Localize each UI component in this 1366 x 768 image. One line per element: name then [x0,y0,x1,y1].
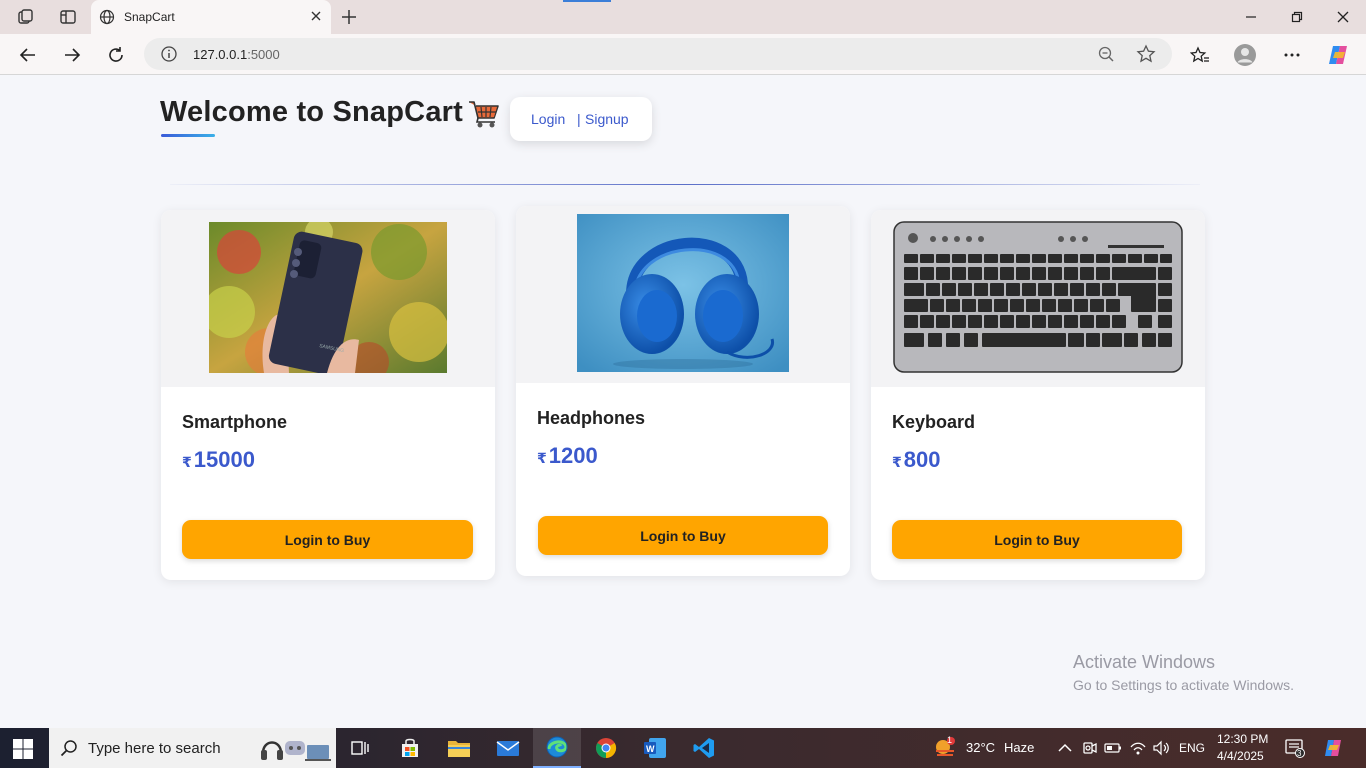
page-title: Welcome to SnapCart [160,96,463,128]
task-view-icon[interactable] [336,728,384,768]
search-placeholder: Type here to search [88,740,221,757]
product-image-wrap [516,206,850,383]
new-tab-icon[interactable] [338,6,360,28]
product-price: ₹ 800 [892,447,940,473]
header-divider [170,184,1200,185]
globe-icon [99,9,115,25]
volume-icon[interactable] [1152,739,1170,757]
url-port: :5000 [247,47,280,62]
activate-windows-title: Activate Windows [1073,652,1216,672]
weather-temperature: 32°C [966,740,996,755]
windows-start-icon[interactable] [12,738,34,760]
browser-titlebar: SnapCart [0,0,1366,34]
favorites-icon[interactable] [1188,43,1212,67]
workspaces-icon[interactable] [16,7,36,27]
back-icon[interactable] [16,43,40,67]
activate-windows-subtitle: Go to Settings to activate Windows. [1073,677,1294,693]
auth-separator: | [577,111,581,127]
product-card-keyboard: Keyboard ₹ 800 Login to Buy [871,210,1205,580]
headphones-image [577,214,789,372]
microsoft-store-icon[interactable] [386,728,434,768]
refresh-icon[interactable] [104,43,128,67]
tab-snapcart[interactable]: SnapCart [91,0,331,34]
svg-text:W: W [646,744,655,754]
price-value: 800 [903,447,941,472]
product-card-smartphone: SAMSUNG Smartphone ₹ 15000 Login to Buy [161,210,495,580]
currency-symbol: ₹ [182,454,192,470]
product-price: ₹ 15000 [182,447,255,473]
product-name: Keyboard [892,412,976,432]
weather-badge: 1 [947,735,953,745]
input-language[interactable]: ENG [1179,741,1205,755]
zoom-out-icon[interactable] [1097,45,1115,63]
weather-icon[interactable] [934,736,956,758]
login-link[interactable]: Login [531,111,565,127]
login-to-buy-button[interactable]: Login to Buy [182,520,473,559]
windows-taskbar: Type here to search W 1 32°C Haze ENG 12… [0,728,1366,768]
product-name: Smartphone [182,412,288,432]
login-to-buy-button[interactable]: Login to Buy [892,520,1182,559]
clock-date[interactable]: 4/4/2025 [1217,749,1264,763]
notification-count: 3 [1297,749,1302,758]
close-tab-icon[interactable] [307,7,325,25]
wifi-icon[interactable] [1129,739,1147,757]
tab-accent-strip [563,0,611,2]
address-bar[interactable]: 127.0.0.1:5000 [144,38,1172,70]
browser-navbar: 127.0.0.1:5000 [0,34,1366,75]
mail-icon[interactable] [484,728,532,768]
chrome-icon[interactable] [582,728,630,768]
url-host: 127.0.0.1 [193,47,248,62]
product-name: Headphones [537,408,646,428]
signup-link[interactable]: Signup [585,111,629,127]
more-options-icon[interactable] [1280,43,1304,67]
title-underline [161,134,215,137]
currency-symbol: ₹ [892,454,902,470]
weather-description: Haze [1004,740,1035,755]
smartphone-image: SAMSUNG [209,222,447,373]
taskbar-search-box[interactable]: Type here to search [49,728,336,768]
chevron-up-icon[interactable] [1056,739,1074,757]
favorite-star-icon[interactable] [1136,44,1156,64]
vscode-icon[interactable] [680,728,728,768]
copilot-taskbar-icon[interactable] [1322,737,1344,759]
vertical-tabs-icon[interactable] [58,7,78,27]
login-to-buy-button[interactable]: Login to Buy [538,516,828,555]
copilot-icon[interactable] [1326,43,1350,67]
product-card-headphones: Headphones ₹ 1200 Login to Buy [516,206,850,576]
auth-links-box: Login | Signup [510,97,652,141]
tab-title: SnapCart [124,10,175,24]
keyboard-image [893,221,1183,373]
clock-time[interactable]: 12:30 PM [1217,732,1268,746]
page-content: Welcome to SnapCart Login | Signup SAMSU… [0,76,1366,728]
minimize-icon[interactable] [1241,7,1261,27]
search-highlight-art-icon [259,733,331,763]
battery-icon[interactable] [1104,739,1122,757]
forward-icon[interactable] [60,43,84,67]
file-explorer-icon[interactable] [435,728,483,768]
url-text: 127.0.0.1:5000 [193,47,280,62]
price-value: 1200 [548,443,598,468]
product-price: ₹ 1200 [537,443,598,469]
site-info-icon[interactable] [160,45,178,63]
search-icon [60,739,78,757]
notifications-icon[interactable] [1285,738,1305,758]
restore-icon[interactable] [1287,7,1307,27]
currency-symbol: ₹ [537,450,547,466]
meet-now-icon[interactable] [1081,739,1099,757]
profile-avatar-icon[interactable] [1233,43,1257,67]
close-window-icon[interactable] [1333,7,1353,27]
word-icon[interactable]: W [631,728,679,768]
product-image-wrap [871,210,1205,387]
price-value: 15000 [193,447,255,472]
product-image-wrap: SAMSUNG [161,210,495,387]
shopping-cart-icon [467,98,501,130]
edge-browser-icon[interactable] [533,728,581,768]
